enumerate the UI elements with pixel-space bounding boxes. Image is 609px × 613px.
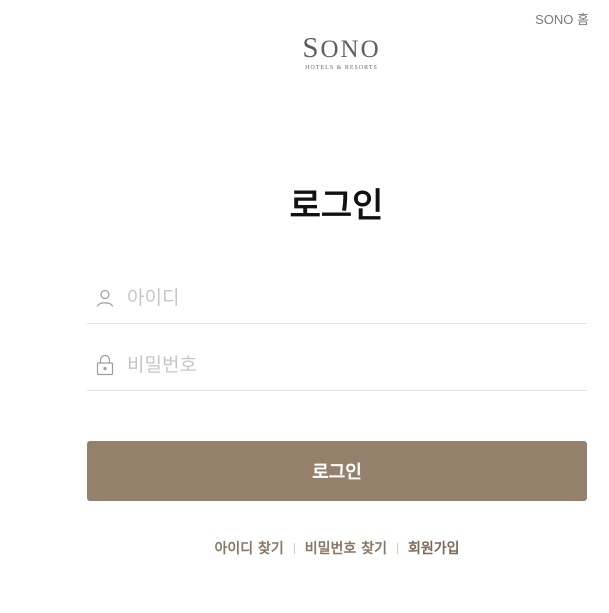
sono-home-link[interactable]: SONO 홈 <box>535 9 589 28</box>
id-input[interactable] <box>127 286 567 309</box>
sono-logo: SONO HOTELS & RESORTS <box>0 32 609 72</box>
id-field <box>87 272 587 324</box>
page-title: 로그인 <box>289 186 384 226</box>
logo-subtitle: HOTELS & RESORTS <box>305 65 378 71</box>
password-input[interactable] <box>127 353 567 376</box>
find-id-link[interactable]: 아이디 찾기 <box>215 538 284 558</box>
link-divider <box>396 542 398 554</box>
link-divider <box>293 542 295 554</box>
signup-link[interactable]: 회원가입 <box>408 538 460 558</box>
login-page: SONO 홈 SONO HOTELS & RESORTS 로그인 로그인 아이디… <box>0 0 609 613</box>
auth-links: 아이디 찾기 비밀번호 찾기 회원가입 <box>87 538 587 558</box>
lock-icon <box>91 353 119 377</box>
logo-wordmark: SONO <box>302 32 381 64</box>
login-button[interactable]: 로그인 <box>87 441 587 501</box>
password-field <box>87 339 587 391</box>
user-icon <box>91 286 119 310</box>
find-password-link[interactable]: 비밀번호 찾기 <box>305 538 387 558</box>
